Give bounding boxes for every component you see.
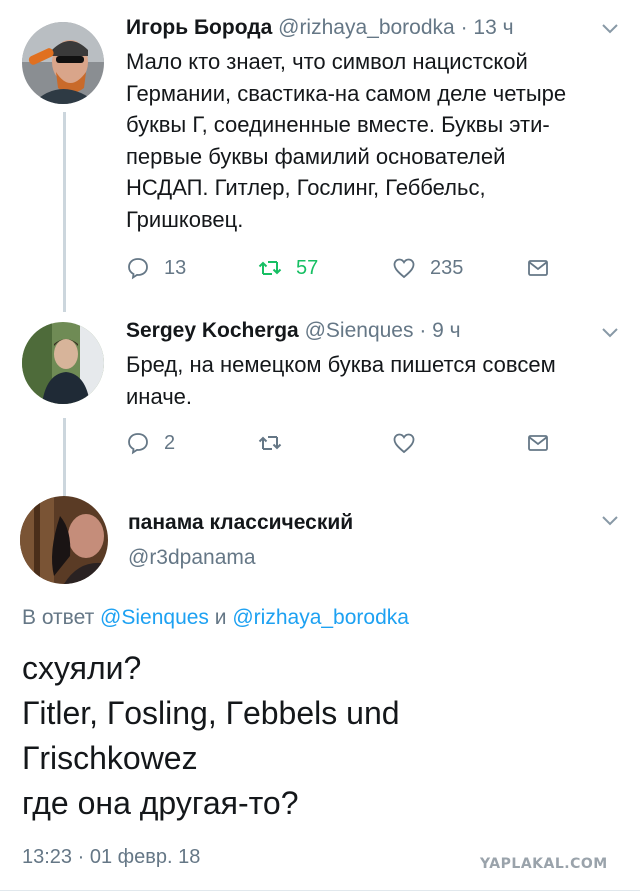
tweet-text-line: Гrischkowez [22,740,198,776]
author-name[interactable]: панама классический [128,511,353,535]
reply-prefix: В ответ [22,606,95,629]
tweet-header: Sergey Kocherga @Sienques · 9 ч [126,319,461,343]
reply-context: В ответ @Sienques и @rizhaya_borodka [22,606,409,630]
retweet-button[interactable]: 57 [258,253,318,283]
separator: · [419,319,427,342]
tweet-actions: 13 57 235 [126,253,576,283]
chevron-down-icon[interactable] [600,326,620,340]
like-count: 235 [430,256,464,279]
divider [0,890,640,891]
tweet-text-line: иначе. [126,383,192,409]
reply-icon [128,433,148,455]
tweet-timestamp[interactable]: 13:23 · 01 февр. 18 [22,846,200,869]
tweet-text-line: Гitler, Гosling, Гebbels und [22,695,400,731]
tweet-text-line: буквы Г, соединенные вместе. Буквы эти- [126,112,550,137]
chevron-down-icon[interactable] [600,22,620,36]
reply-button[interactable]: 13 [126,253,186,283]
watermark: YAPLAKAL.COM [480,856,608,872]
separator: · [460,16,468,39]
reply-and: и [214,606,227,629]
retweet-icon [258,436,282,450]
avatar[interactable] [22,22,104,104]
like-button[interactable] [392,428,430,458]
mention-link[interactable]: @Sienques [100,606,209,629]
tweet-text-line: Гришковец. [126,206,244,232]
chevron-down-icon[interactable] [600,514,620,528]
thread-line [63,112,66,312]
like-icon [393,258,415,279]
direct-message-icon [528,260,548,276]
tweet-text-line: Мало кто знает, что символ нацистской [126,49,528,74]
tweet-text-line: Германии, свастика-на самом деле четыре [126,80,567,106]
direct-message-button[interactable] [526,253,564,283]
thread-line [63,418,66,496]
avatar[interactable] [20,496,108,584]
tweet-text-line: где она другая-то? [22,785,299,821]
reply-icon [128,258,148,280]
tweet-text: Бред, на немецком буква пишется совсем и… [126,349,616,412]
author-name[interactable]: Игорь Борода [126,16,272,39]
author-handle[interactable]: @Sienques [305,319,414,342]
tweet-text-line: первые буквы фамилий основателей [126,143,506,169]
author-name[interactable]: Sergey Kocherga [126,319,299,342]
like-icon [393,433,415,454]
reply-button[interactable]: 2 [126,428,175,458]
tweet-text: Мало кто знает, что символ нацистской Ге… [126,46,616,235]
retweet-button[interactable] [258,428,296,458]
mention-link[interactable]: @rizhaya_borodka [232,606,409,629]
retweet-icon [258,261,282,275]
avatar[interactable] [22,322,104,404]
like-button[interactable]: 235 [392,253,463,283]
author-handle[interactable]: @r3dpanama [128,546,256,570]
tweet-text-line: схуяли? [22,650,142,686]
tweet-time[interactable]: 13 ч [473,16,513,39]
direct-message-icon [528,435,548,451]
tweet-text-line: НСДАП. Гитлер, Гослинг, Геббельс, [126,175,486,200]
direct-message-button[interactable] [526,428,564,458]
retweet-count: 57 [296,256,319,279]
reply-count: 13 [164,256,187,279]
tweet-text-line: Бред, на немецком буква пишется совсем [126,352,556,377]
tweet-actions: 2 [126,428,576,458]
tweet-header: Игорь Борода @rizhaya_borodka · 13 ч [126,16,514,40]
focused-tweet-text: схуяли? Гitler, Гosling, Гebbels und Гri… [22,646,622,826]
tweet-time[interactable]: 9 ч [432,319,460,342]
author-handle[interactable]: @rizhaya_borodka [278,16,455,39]
reply-count: 2 [164,431,176,454]
